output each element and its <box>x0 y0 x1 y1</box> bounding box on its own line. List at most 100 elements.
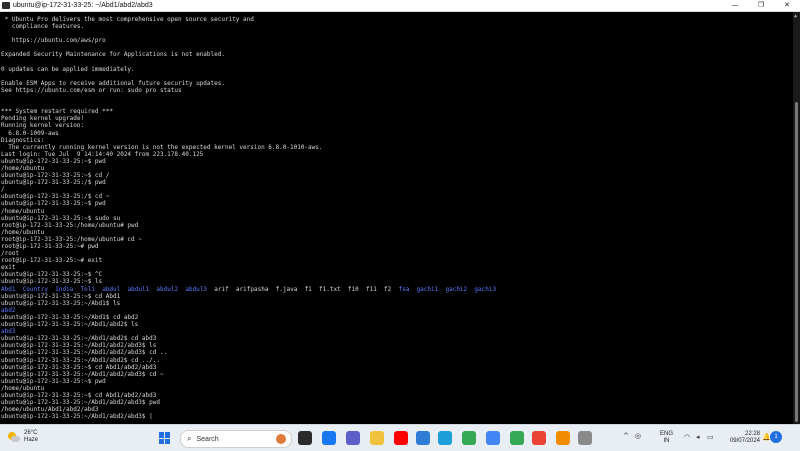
window-controls: — ❐ ✕ <box>722 0 800 11</box>
terminal-line: abd2 <box>1 307 793 314</box>
teams-icon[interactable] <box>346 431 360 445</box>
scrollbar-thumb[interactable] <box>795 102 798 422</box>
start-button[interactable] <box>159 432 171 444</box>
terminal-text-segment: Diagnostics: <box>1 136 45 144</box>
directory-name: abdul1 <box>127 285 150 293</box>
weather-description: Haze <box>24 437 39 443</box>
terminal-line: root@ip-172-31-33-25:/home/ubuntu# pwd <box>1 222 793 229</box>
wifi-icon[interactable]: ◠ <box>684 433 690 441</box>
chrome-profile-2-icon[interactable] <box>486 431 500 445</box>
terminal-text: * Ubuntu Pro delivers the most comprehen… <box>0 12 793 420</box>
battery-icon[interactable]: ▭ <box>707 433 714 441</box>
system-clock[interactable]: 22:28 09/07/2024 <box>724 431 760 445</box>
terminal-line: root@ip-172-31-33-25:~# pwd <box>1 243 793 250</box>
terminal-text-segment: ubuntu@ip-172-31-33-25:~/Abd1/abd2$ cd .… <box>1 356 160 364</box>
terminal-line: ubuntu@ip-172-31-33-25:~/Abd1/abd2/abd3$… <box>1 349 793 356</box>
terminal-line: ubuntu@ip-172-31-33-25:~$ ls <box>1 278 793 285</box>
directory-name: abdul3 <box>185 285 208 293</box>
terminal-line: ubuntu@ip-172-31-33-25:~$ cd Abd1 <box>1 293 793 300</box>
terminal-line: Expanded Security Maintenance for Applic… <box>1 51 793 58</box>
terminal-line: ubuntu@ip-172-31-33-25:~/Abd1/abd2/abd3$… <box>1 371 793 378</box>
facebook-icon[interactable] <box>322 431 336 445</box>
terminal-text-segment: ubuntu@ip-172-31-33-25:~/Abd1/abd2$ cd a… <box>1 335 157 343</box>
terminal-line: ubuntu@ip-172-31-33-25:~$ sudo su <box>1 215 793 222</box>
terminal-line: 0 updates can be applied immediately. <box>1 66 793 73</box>
terminal-app-icon[interactable] <box>578 431 592 445</box>
terminal-line: ubuntu@ip-172-31-33-25:~/Abd1$ ls <box>1 300 793 307</box>
chrome-profile-3-icon[interactable] <box>510 431 524 445</box>
terminal-line: ubuntu@ip-172-31-33-25:~$ pwd <box>1 200 793 207</box>
terminal-text-segment: /home/ubuntu <box>1 207 45 215</box>
taskbar-search[interactable]: ⌕ Search <box>180 430 292 448</box>
weather-haze-icon <box>8 431 20 443</box>
weather-temperature: 26°C <box>24 430 38 436</box>
terminal-output[interactable]: * Ubuntu Pro delivers the most comprehen… <box>0 12 793 424</box>
tray-app-icon[interactable]: ◎ <box>635 432 641 440</box>
terminal-line: /home/ubuntu <box>1 229 793 236</box>
chrome-icon[interactable] <box>462 431 476 445</box>
terminal-line: https://ubuntu.com/aws/pro <box>1 37 793 44</box>
terminal-text-segment: /home/ubuntu <box>1 384 45 392</box>
directory-name: Country <box>22 285 48 293</box>
chrome-profile-4-icon[interactable] <box>532 431 546 445</box>
directory-name: abd2 <box>1 306 16 314</box>
terminal-text-segment: Enable ESM Apps to receive additional fu… <box>1 79 225 87</box>
youtube-icon[interactable] <box>394 431 408 445</box>
app-blue-icon[interactable] <box>416 431 430 445</box>
terminal-text-segment: arif arifpasha f.java f1 f1.txt f10 f11 … <box>207 285 399 293</box>
volume-icon[interactable]: ◂ <box>696 433 700 441</box>
terminal-text-segment: ubuntu@ip-172-31-33-25:~/Abd1/abd2/abd3$… <box>1 370 164 378</box>
terminal-line: ubuntu@ip-172-31-33-25:~/Abd1$ cd abd2 <box>1 314 793 321</box>
terminal-line: /home/ubuntu <box>1 165 793 172</box>
language-indicator[interactable]: ENG IN <box>660 431 673 445</box>
terminal-line: abd3 <box>1 328 793 335</box>
terminal-line: compliance features. <box>1 23 793 30</box>
terminal-text-segment: * Ubuntu Pro delivers the most comprehen… <box>1 16 254 23</box>
close-button[interactable]: ✕ <box>774 0 800 11</box>
weather-widget[interactable]: 26°C Haze <box>8 430 38 444</box>
terminal-text-segment: ubuntu@ip-172-31-33-25:~$ pwd <box>1 157 106 165</box>
notification-bell-icon[interactable]: 🔔 <box>762 433 771 441</box>
terminal-text-segment: *** System restart required *** <box>1 108 113 116</box>
terminal-line: /home/ubuntu <box>1 385 793 392</box>
search-icon: ⌕ <box>187 434 192 443</box>
scroll-up-icon[interactable]: ▲ <box>794 13 797 19</box>
vlc-icon[interactable] <box>556 431 570 445</box>
folder-icon[interactable] <box>370 431 384 445</box>
terminal-line: See https://ubuntu.com/esm or run: sudo … <box>1 87 793 94</box>
terminal-line: Last login: Tue Jul 9 14:14:40 2024 from… <box>1 151 793 158</box>
terminal-text-segment: 6.8.0-1009-aws <box>1 129 59 137</box>
terminal-text-segment: Pending kernel upgrade! <box>1 115 85 123</box>
terminal-text-segment: ubuntu@ip-172-31-33-25:~/Abd1/abd2/abd3$… <box>1 413 153 421</box>
terminal-text-segment: Running kernel version: <box>1 122 85 130</box>
directory-name: fsa <box>398 285 410 293</box>
edge-icon[interactable] <box>438 431 452 445</box>
terminal-text-segment: Expanded Security Maintenance for Applic… <box>1 51 225 59</box>
terminal-text-segment: ubuntu@ip-172-31-33-25:~$ ls <box>1 278 103 286</box>
directory-name: gachi3 <box>474 285 497 293</box>
file-explorer-dark-icon[interactable] <box>298 431 312 445</box>
minimize-button[interactable]: — <box>722 0 748 11</box>
terminal-text-segment: https://ubuntu.com/aws/pro <box>1 37 106 45</box>
tray-chevron-icon[interactable]: ^ <box>623 432 629 440</box>
terminal-line: ubuntu@ip-172-31-33-25:~$ cd Abd1/abd2/a… <box>1 392 793 399</box>
terminal-text-segment: / <box>1 186 5 194</box>
directory-name: India <box>55 285 74 293</box>
window-title-bar[interactable]: ubuntu@ip-172-31-33-25: ~/Abd1/abd2/abd3… <box>0 0 800 12</box>
maximize-button[interactable]: ❐ <box>748 0 774 11</box>
terminal-text-segment: ubuntu@ip-172-31-33-25:~/Abd1/abd2$ ls <box>1 321 139 329</box>
terminal-scrollbar[interactable]: ▲ <box>793 12 800 424</box>
notification-count-badge[interactable]: 1 <box>770 431 782 443</box>
terminal-text-segment: ubuntu@ip-172-31-33-25:~$ ^C <box>1 271 103 279</box>
directory-name: gachi2 <box>445 285 468 293</box>
terminal-line: ubuntu@ip-172-31-33-25:~/Abd1/abd2/abd3$… <box>1 399 793 406</box>
terminal-text-segment: Last login: Tue Jul 9 14:14:40 2024 from… <box>1 150 204 158</box>
terminal-line: *** System restart required *** <box>1 108 793 115</box>
terminal-line: ubuntu@ip-172-31-33-25:~/Abd1/abd2$ cd a… <box>1 335 793 342</box>
terminal-line: ubuntu@ip-172-31-33-25:/$ cd ~ <box>1 193 793 200</box>
